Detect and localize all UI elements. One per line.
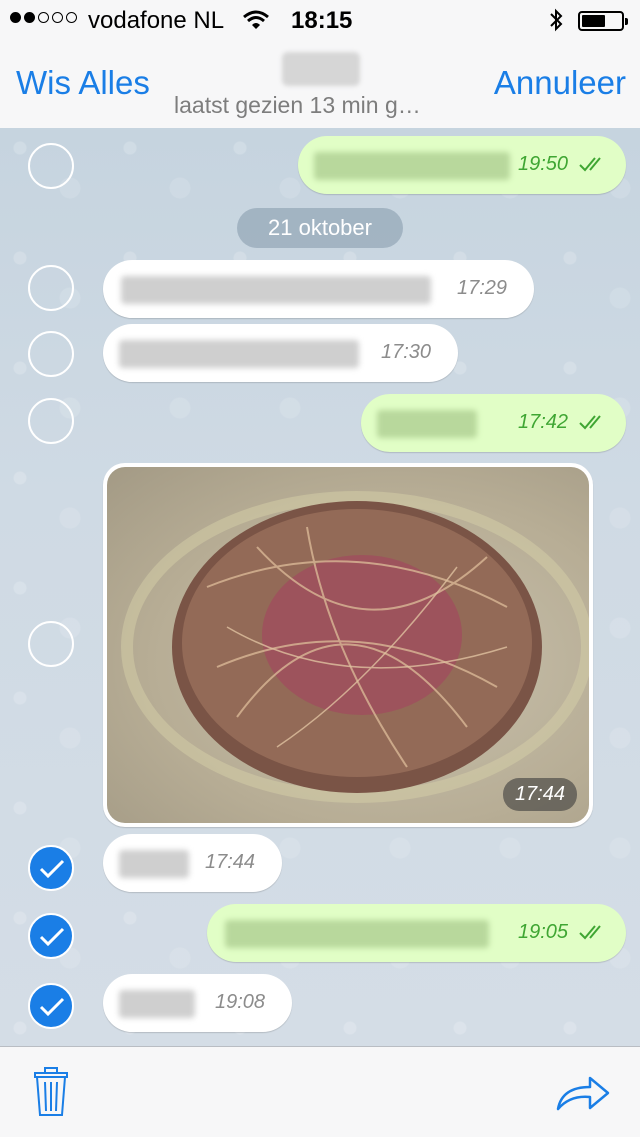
select-circle-checked[interactable] — [28, 983, 74, 1029]
message-time: 17:44 — [205, 851, 256, 873]
contact-name-redacted — [282, 52, 360, 86]
message-text-redacted — [119, 990, 195, 1018]
navigation-bar: Wis Alles laatst gezien 13 min g… Annule… — [0, 40, 640, 129]
read-ticks-icon — [579, 415, 601, 430]
select-circle[interactable] — [28, 621, 74, 667]
last-seen-subtitle: laatst gezien 13 min g… — [174, 92, 421, 118]
carrier-name: vodafone NL — [88, 7, 225, 34]
status-bar: vodafone NL 18:15 — [0, 0, 640, 40]
select-circle[interactable] — [28, 398, 74, 444]
message-text-redacted — [225, 920, 489, 948]
photo-message[interactable]: 17:44 — [103, 463, 593, 827]
message-time: 17:30 — [381, 341, 432, 363]
checkmark-icon — [39, 927, 65, 947]
trash-icon[interactable] — [33, 1067, 69, 1117]
incoming-message[interactable]: 17:44 — [103, 834, 282, 892]
photo-time: 17:44 — [502, 778, 577, 811]
message-time: 17:29 — [457, 277, 508, 299]
message-time: 17:42 — [518, 411, 569, 433]
outgoing-message[interactable]: 17:42 — [361, 394, 626, 452]
chat-area[interactable]: 19:50 21 oktober 17:29 17:30 17:42 17:44… — [0, 128, 640, 1046]
status-time: 18:15 — [291, 7, 353, 34]
select-circle-checked[interactable] — [28, 913, 74, 959]
message-time: 19:50 — [518, 153, 569, 175]
wifi-icon — [243, 10, 269, 29]
checkmark-icon — [39, 997, 65, 1017]
message-time: 19:05 — [518, 921, 569, 943]
message-text-redacted — [119, 340, 359, 368]
incoming-message[interactable]: 17:29 — [103, 260, 534, 318]
incoming-message[interactable]: 19:08 — [103, 974, 292, 1032]
incoming-message[interactable]: 17:30 — [103, 324, 458, 382]
read-ticks-icon — [579, 157, 601, 172]
message-text-redacted — [121, 276, 431, 304]
bottom-toolbar — [0, 1046, 640, 1137]
share-icon[interactable] — [556, 1075, 610, 1111]
cancel-button[interactable]: Annuleer — [494, 64, 626, 102]
battery-icon — [578, 11, 628, 31]
select-circle[interactable] — [28, 143, 74, 189]
read-ticks-icon — [579, 925, 601, 940]
message-text-redacted — [119, 850, 189, 878]
select-circle[interactable] — [28, 331, 74, 377]
outgoing-message[interactable]: 19:05 — [207, 904, 626, 962]
message-time: 19:08 — [215, 991, 266, 1013]
select-circle-checked[interactable] — [28, 845, 74, 891]
checkmark-icon — [39, 859, 65, 879]
cake-image — [121, 491, 589, 803]
clear-all-button[interactable]: Wis Alles — [16, 64, 150, 102]
signal-strength-icon — [10, 12, 77, 23]
select-circle[interactable] — [28, 265, 74, 311]
message-text-redacted — [314, 152, 510, 180]
outgoing-message[interactable]: 19:50 — [298, 136, 626, 194]
bluetooth-icon — [550, 8, 563, 32]
date-separator: 21 oktober — [237, 208, 403, 248]
message-text-redacted — [377, 410, 477, 438]
cake-photo: 17:44 — [107, 467, 589, 823]
